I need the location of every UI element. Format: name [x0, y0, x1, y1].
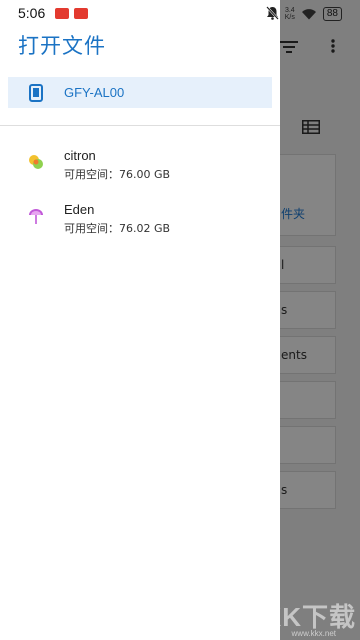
net-speed-unit: K/s	[284, 14, 295, 21]
drawer-title: 打开文件	[18, 34, 106, 58]
net-speed: 3.4 K/s	[285, 7, 295, 21]
net-speed-value: 3.4	[284, 7, 295, 14]
watermark-url: www.kkx.net	[291, 629, 336, 638]
battery-icon: 88	[322, 7, 342, 21]
app-badge-icon	[55, 8, 69, 19]
navigation-drawer: 打开文件 GFY-AL00 citron 可用空间：76.00 GB Eden …	[0, 0, 280, 640]
volume-name: citron	[64, 148, 96, 163]
status-bar: 5:06 3.4 K/s 88	[0, 0, 360, 28]
wifi-icon	[301, 5, 317, 24]
divider	[0, 125, 280, 126]
volume-free-space: 可用空间：76.02 GB	[64, 222, 171, 235]
device-item-selected[interactable]: GFY-AL00	[8, 77, 272, 108]
volume-name: Eden	[64, 202, 95, 217]
device-label: GFY-AL00	[64, 85, 125, 100]
app-badge-icon	[74, 8, 88, 19]
status-time: 5:06	[18, 5, 46, 21]
eden-icon	[28, 208, 44, 230]
volume-item-eden[interactable]: Eden 可用空间：76.02 GB	[0, 200, 280, 248]
volume-item-citron[interactable]: citron 可用空间：76.00 GB	[0, 146, 280, 194]
citron-icon	[28, 154, 44, 174]
mute-icon	[265, 5, 279, 24]
phone-icon	[29, 84, 43, 106]
status-indicators: 3.4 K/s 88	[265, 5, 342, 24]
volume-free-space: 可用空间：76.00 GB	[64, 168, 171, 181]
